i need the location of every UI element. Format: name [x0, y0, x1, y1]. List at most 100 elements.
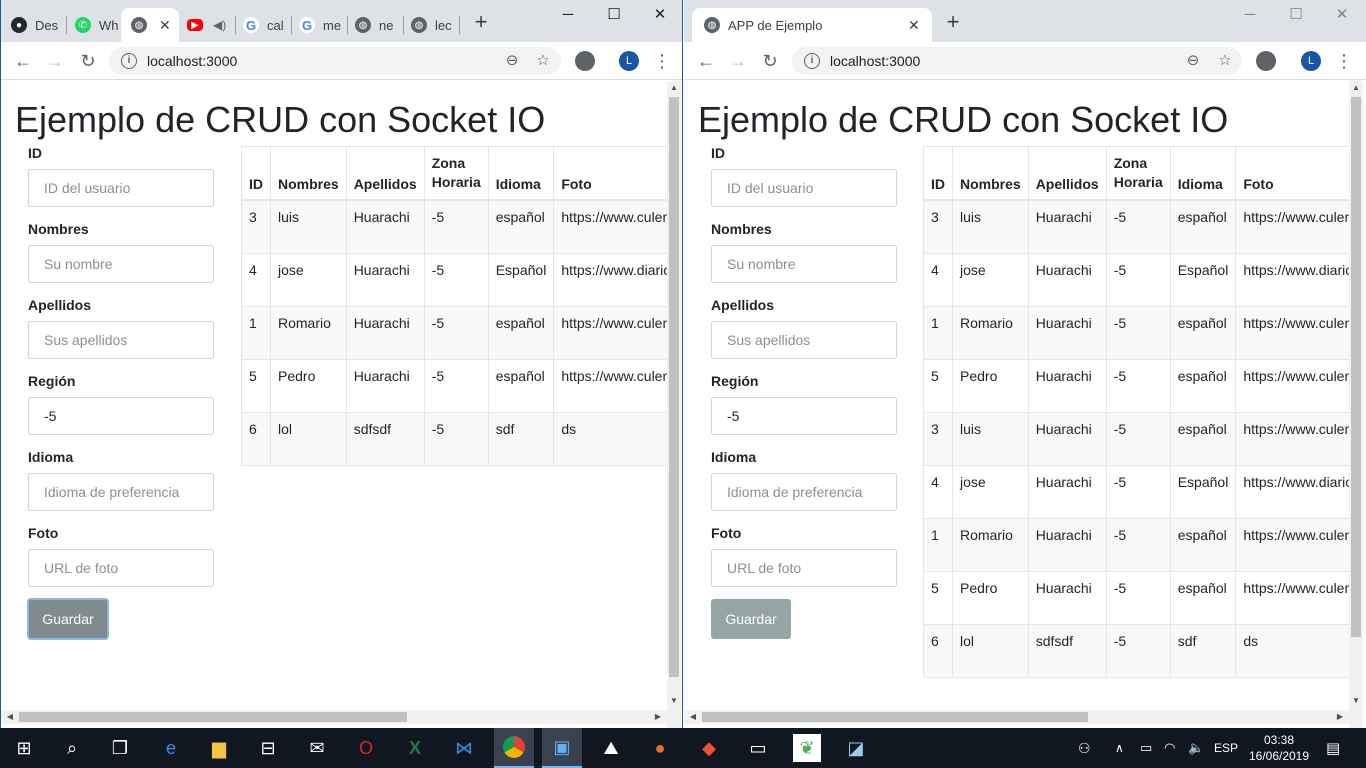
scroll-left-icon[interactable]: ◀	[3, 710, 17, 724]
reload-button[interactable]: ↻	[76, 49, 100, 73]
foto-input[interactable]	[711, 549, 897, 587]
search-icon[interactable]: ⌕	[58, 734, 86, 762]
new-tab-button[interactable]: +	[942, 11, 964, 34]
minimize-button[interactable]: ─	[1227, 4, 1273, 26]
hscroll-thumb[interactable]	[702, 712, 1088, 722]
back-button[interactable]: ←	[11, 49, 35, 73]
maximize-button[interactable]: ☐	[1273, 4, 1319, 26]
close-tab-icon[interactable]: ✕	[908, 17, 920, 34]
zoom-icon[interactable]: ⊖	[1183, 51, 1203, 71]
info-icon[interactable]: i	[121, 53, 137, 69]
scroll-left-icon[interactable]: ◀	[686, 710, 700, 724]
chrome-icon[interactable]	[494, 728, 534, 768]
close-window-button[interactable]: ✕	[1319, 4, 1365, 26]
extension-icon[interactable]	[575, 51, 595, 71]
forward-button[interactable]: →	[726, 49, 750, 73]
nombres-input[interactable]	[711, 245, 897, 283]
people-icon[interactable]: ⚇	[1078, 728, 1091, 768]
edge-icon[interactable]: e	[157, 734, 185, 762]
vertical-scrollbar[interactable]: ▲ ▼	[1349, 81, 1363, 728]
tab-localhost-active[interactable]: ◍ ✕	[121, 8, 179, 42]
task-view-icon[interactable]: ❐	[106, 734, 134, 762]
tab-lec[interactable]: ◍ lec	[411, 8, 456, 42]
reload-button[interactable]: ↻	[758, 49, 782, 73]
vertical-scrollbar[interactable]: ▲ ▼	[667, 81, 681, 728]
nombres-input[interactable]	[28, 245, 214, 283]
close-window-button[interactable]: ✕	[637, 4, 682, 26]
git-icon[interactable]: ◆	[695, 734, 723, 762]
scroll-thumb[interactable]	[669, 97, 679, 677]
idioma-input[interactable]	[711, 473, 897, 511]
menu-icon[interactable]: ⋮	[653, 49, 671, 73]
opera-icon[interactable]: O	[352, 734, 380, 762]
photos-icon[interactable]: ⛰	[597, 734, 625, 762]
tab-whatsapp[interactable]: ✆ Wh	[75, 8, 125, 42]
tab-youtube[interactable]: ▶ ◀)	[187, 8, 237, 42]
close-tab-icon[interactable]: ✕	[159, 17, 171, 34]
menu-icon[interactable]: ⋮	[1335, 49, 1353, 73]
zoom-icon[interactable]: ⊖	[502, 51, 522, 71]
tray-chevron-icon[interactable]: ∧	[1115, 728, 1124, 768]
address-bar[interactable]: i localhost:3000 ⊖ ☆	[109, 47, 561, 75]
postman-icon[interactable]: ●	[646, 734, 674, 762]
remote-desktop-icon[interactable]: ▣	[542, 728, 582, 768]
scroll-right-icon[interactable]: ▶	[651, 710, 665, 724]
scroll-thumb[interactable]	[1351, 97, 1361, 637]
horizontal-scrollbar[interactable]: ◀ ▶	[684, 710, 1349, 724]
apellidos-input[interactable]	[711, 321, 897, 359]
scroll-right-icon[interactable]: ▶	[1333, 710, 1347, 724]
wifi-icon[interactable]: ◠	[1164, 728, 1175, 768]
cell-idioma: Español	[1169, 252, 1237, 307]
cell-zona: -5	[423, 252, 489, 307]
save-button[interactable]: Guardar	[27, 598, 109, 640]
maximize-button[interactable]: ☐	[591, 4, 637, 26]
tab-github[interactable]: ● Des	[11, 8, 66, 42]
minimize-button[interactable]: ─	[545, 4, 591, 26]
vscode-icon[interactable]: ⋈	[450, 734, 478, 762]
idioma-label: Idioma	[28, 449, 74, 465]
excel-icon[interactable]: X	[401, 734, 429, 762]
info-icon[interactable]: i	[804, 53, 820, 69]
forward-button[interactable]: →	[43, 49, 67, 73]
battery-icon[interactable]: ▭	[1140, 728, 1152, 768]
save-button[interactable]: Guardar	[711, 599, 791, 639]
foto-input[interactable]	[28, 549, 214, 587]
mongodb-icon[interactable]: ❦	[793, 734, 821, 762]
tab-google-cal[interactable]: G cal	[243, 8, 288, 42]
scroll-up-icon[interactable]: ▲	[667, 81, 681, 95]
bookmark-star-icon[interactable]: ☆	[1215, 51, 1235, 71]
app-icon[interactable]: ◪	[842, 734, 870, 762]
apellidos-input[interactable]	[28, 321, 214, 359]
audio-icon[interactable]: ◀)	[213, 18, 226, 32]
tab-app-ejemplo[interactable]: ◍ APP de Ejemplo ✕	[692, 8, 932, 42]
profile-avatar[interactable]: L	[1301, 51, 1321, 71]
language-indicator[interactable]: ESP	[1214, 728, 1238, 768]
address-bar[interactable]: i localhost:3000 ⊖ ☆	[792, 47, 1242, 75]
idioma-input[interactable]	[28, 473, 214, 511]
file-explorer-icon[interactable]: ▆	[205, 734, 233, 762]
tab-ne[interactable]: ◍ ne	[355, 8, 400, 42]
horizontal-scrollbar[interactable]: ◀ ▶	[1, 710, 667, 724]
bookmark-star-icon[interactable]: ☆	[533, 51, 553, 71]
scroll-down-icon[interactable]: ▼	[667, 694, 681, 708]
back-button[interactable]: ←	[694, 49, 718, 73]
clock[interactable]: 03:38 16/06/2019	[1246, 732, 1312, 764]
tab-google-me[interactable]: G me	[299, 8, 344, 42]
region-input[interactable]	[711, 397, 897, 435]
extension-icon[interactable]	[1256, 51, 1276, 71]
id-input[interactable]	[28, 169, 214, 207]
id-input[interactable]	[711, 169, 897, 207]
start-icon[interactable]: ⊞	[10, 734, 38, 762]
region-input[interactable]	[28, 397, 214, 435]
volume-icon[interactable]: 🔈	[1188, 728, 1204, 768]
notifications-icon[interactable]: ▤	[1326, 728, 1340, 768]
mail-icon[interactable]: ✉	[303, 734, 331, 762]
scroll-down-icon[interactable]: ▼	[1349, 694, 1363, 708]
page-title: Ejemplo de CRUD con Socket IO	[698, 99, 1229, 140]
terminal-icon[interactable]: ▭	[744, 734, 772, 762]
profile-avatar[interactable]: L	[619, 51, 639, 71]
store-icon[interactable]: ⊟	[254, 734, 282, 762]
scroll-up-icon[interactable]: ▲	[1349, 81, 1363, 95]
new-tab-button[interactable]: +	[470, 11, 492, 34]
hscroll-thumb[interactable]	[19, 712, 407, 722]
